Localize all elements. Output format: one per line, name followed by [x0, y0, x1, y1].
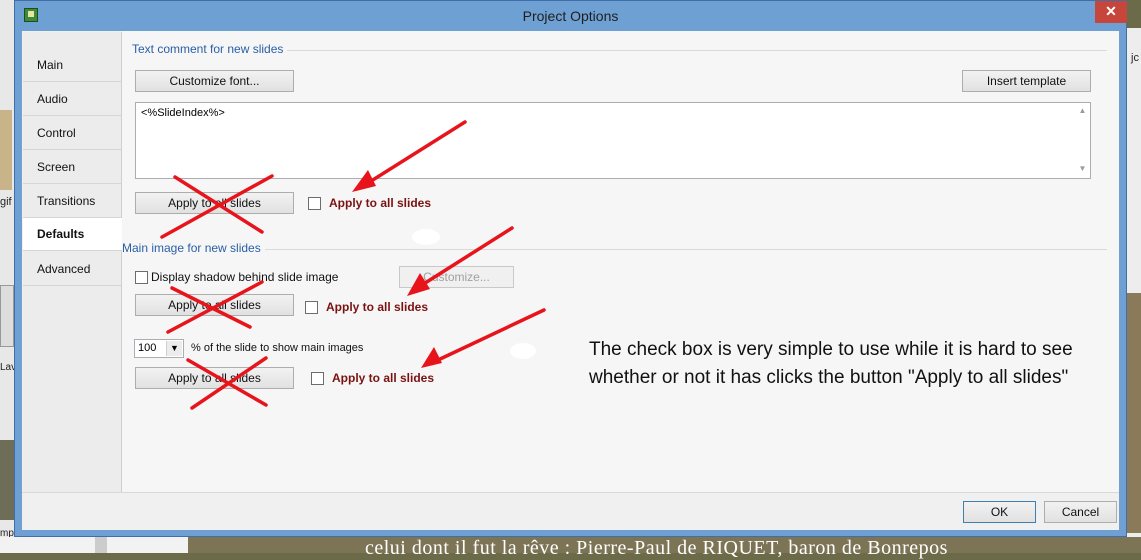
apply-to-all-checkbox-label: Apply to all slides — [329, 196, 432, 210]
background-panel — [0, 537, 188, 553]
apply-to-all-checkbox-label: Apply to all slides — [332, 371, 435, 385]
apply-to-all-slides-button[interactable]: Apply to all slides — [135, 192, 294, 214]
comment-textarea[interactable]: <%SlideIndex%> ▲ ▼ — [135, 102, 1091, 179]
customize-shadow-button[interactable]: Customize... — [399, 266, 514, 288]
sidebar-item-main[interactable]: Main — [23, 49, 121, 82]
background-text: gif — [0, 196, 12, 208]
scroll-up-icon[interactable]: ▲ — [1078, 107, 1087, 115]
image-percent-label: % of the slide to show main images — [191, 342, 364, 354]
background-panel — [95, 537, 107, 553]
sidebar-item-advanced[interactable]: Advanced — [23, 253, 121, 286]
apply-to-all-checkbox-label: Apply to all slides — [326, 300, 429, 314]
background-caption: celui dont il fut la rêve : Pierre-Paul … — [365, 537, 948, 559]
footer-divider — [22, 492, 1119, 493]
display-shadow-label: Display shadow behind slide image — [151, 270, 339, 284]
background-thumbnail — [0, 440, 14, 520]
background-thumbnail — [0, 110, 12, 190]
group-divider — [132, 249, 1107, 250]
display-shadow-checkbox[interactable] — [135, 271, 148, 284]
sidebar-item-control[interactable]: Control — [23, 117, 121, 150]
ok-button[interactable]: OK — [963, 501, 1036, 523]
apply-to-all-checkbox[interactable] — [311, 372, 324, 385]
background-photo — [1127, 293, 1141, 533]
project-options-dialog: Project Options ✕ Main Audio Control Scr… — [14, 0, 1127, 537]
sidebar-item-screen[interactable]: Screen — [23, 151, 121, 184]
background-text: jc — [1131, 52, 1139, 64]
apply-to-all-slides-button[interactable]: Apply to all slides — [135, 367, 294, 389]
image-percent-value: 100 — [138, 342, 157, 354]
sidebar-item-defaults[interactable]: Defaults — [23, 218, 123, 251]
comment-text: <%SlideIndex%> — [141, 107, 225, 119]
group-label-main-image: Main image for new slides — [122, 241, 265, 255]
insert-template-button[interactable]: Insert template — [962, 70, 1091, 92]
defaults-panel: Text comment for new slides Customize fo… — [122, 31, 1119, 492]
apply-to-all-checkbox[interactable] — [308, 197, 321, 210]
white-smudge — [412, 229, 440, 245]
customize-font-button[interactable]: Customize font... — [135, 70, 294, 92]
window-title: Project Options — [522, 8, 619, 24]
close-button[interactable]: ✕ — [1095, 1, 1127, 23]
background-left-strip — [0, 0, 14, 553]
title-bar[interactable]: Project Options ✕ — [15, 1, 1127, 31]
scroll-down-icon[interactable]: ▼ — [1078, 165, 1087, 173]
sidebar-item-audio[interactable]: Audio — [23, 83, 121, 116]
apply-to-all-checkbox[interactable] — [305, 301, 318, 314]
apply-to-all-slides-button[interactable]: Apply to all slides — [135, 294, 294, 316]
sidebar-item-transitions[interactable]: Transitions — [23, 185, 121, 218]
background-thumbnail — [0, 285, 14, 347]
sidebar: Main Audio Control Screen Transitions De… — [23, 32, 123, 492]
white-smudge — [510, 343, 536, 359]
cancel-button[interactable]: Cancel — [1044, 501, 1117, 523]
chevron-down-icon[interactable]: ▼ — [166, 341, 182, 356]
dialog-client-area: Main Audio Control Screen Transitions De… — [22, 31, 1119, 530]
background-right-strip — [1127, 28, 1141, 553]
group-label-text-comment: Text comment for new slides — [132, 42, 288, 56]
annotation-text: The check box is very simple to use whil… — [589, 339, 1073, 388]
image-percent-select[interactable]: 100 ▼ — [134, 339, 184, 358]
